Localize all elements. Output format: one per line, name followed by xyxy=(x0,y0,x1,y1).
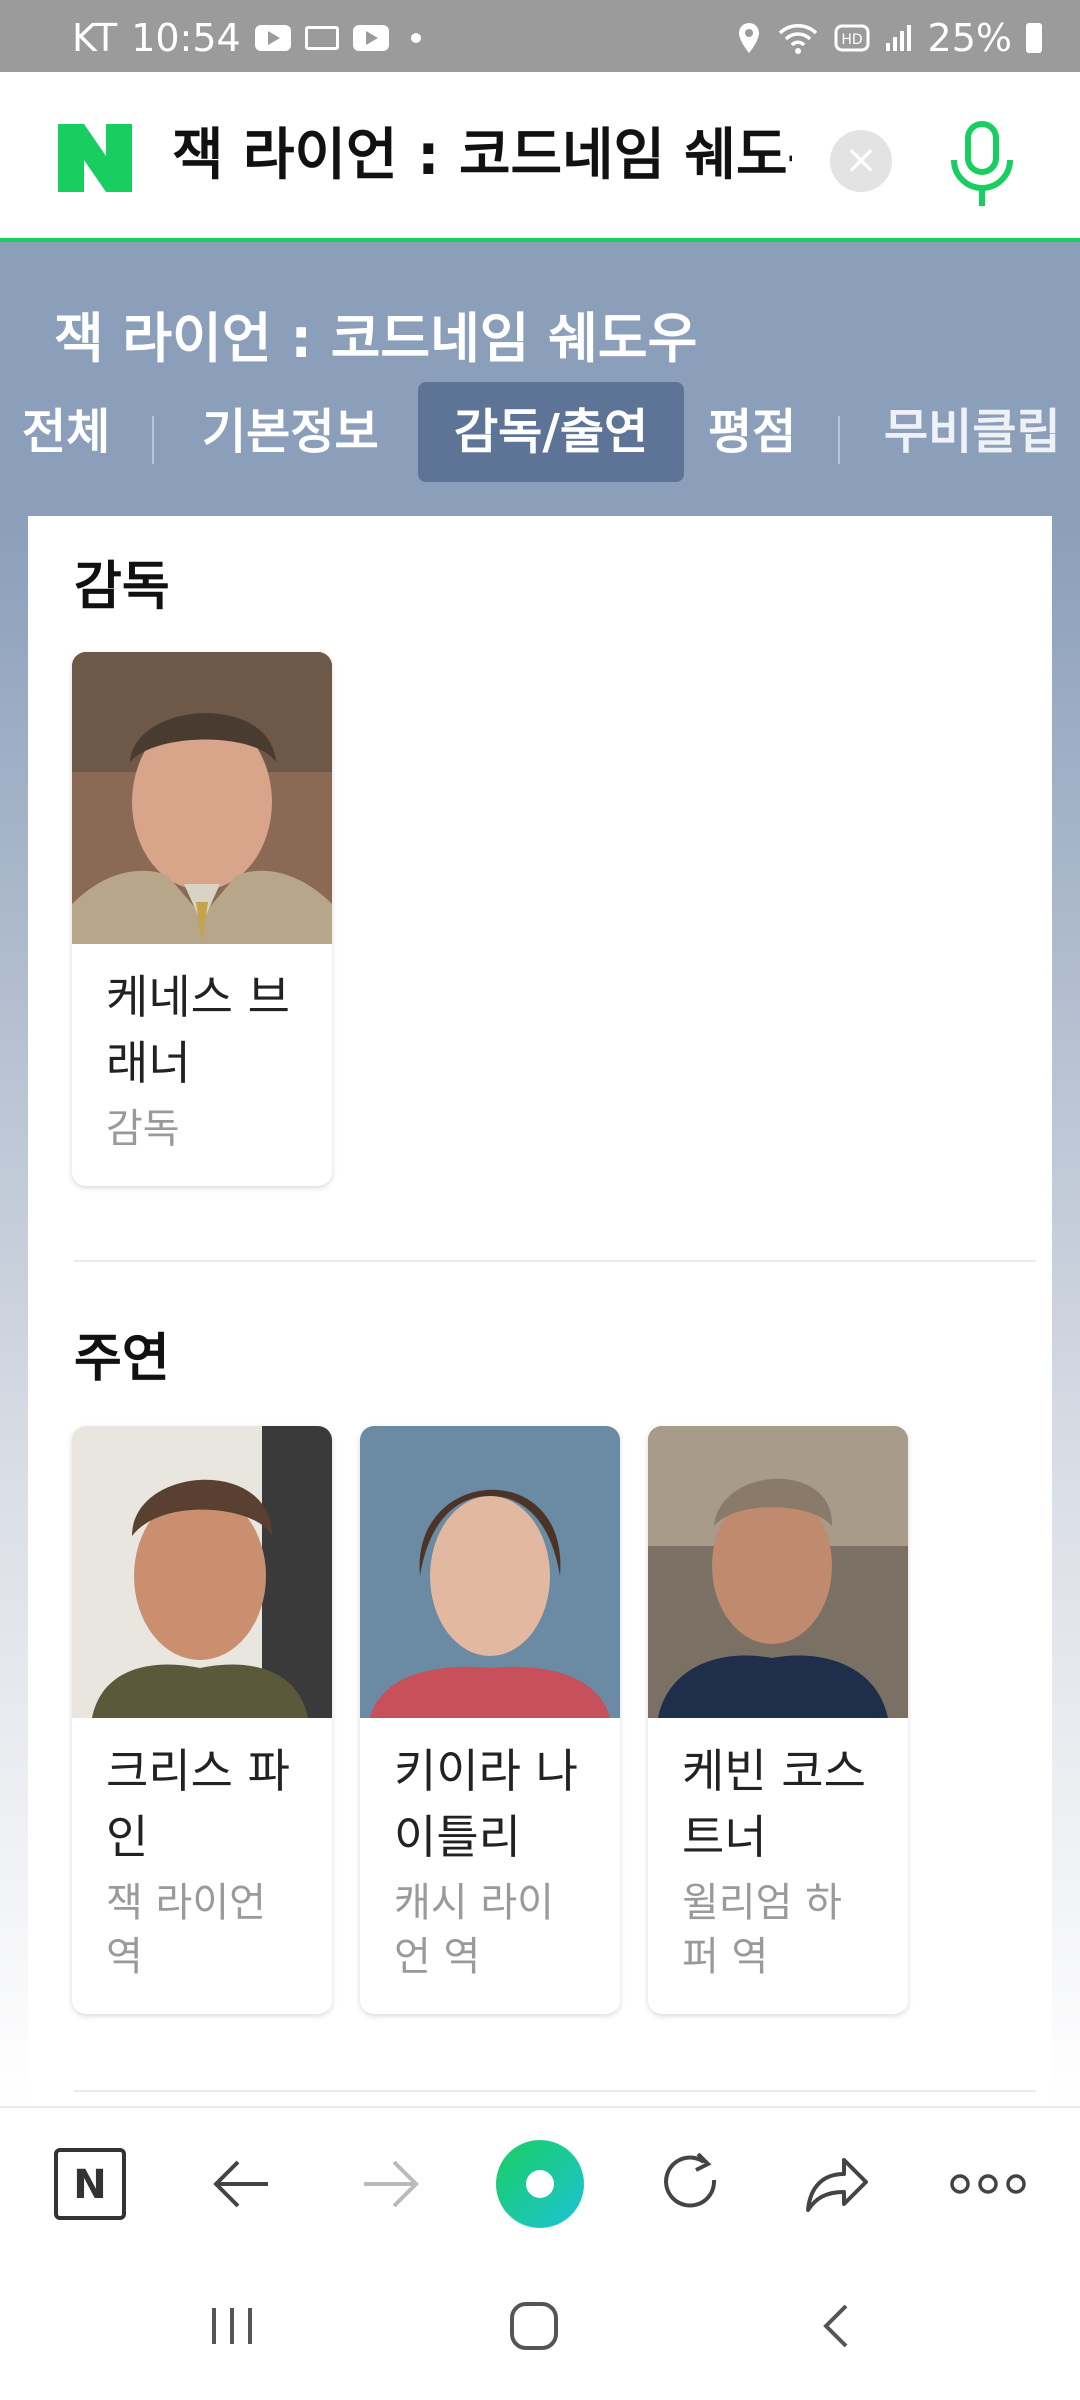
carrier-label: KT xyxy=(72,16,118,60)
hd-voice-icon: HD xyxy=(834,24,870,52)
person-role-line: 퍼 역 xyxy=(682,1934,769,1980)
recent-apps-icon[interactable] xyxy=(202,2296,262,2356)
more-icon[interactable] xyxy=(948,2146,1028,2222)
close-icon: × xyxy=(844,137,878,183)
svg-text:N: N xyxy=(73,2162,106,2208)
back-icon[interactable] xyxy=(808,2296,868,2356)
search-header: 잭 라이언 : 코드네임 쉐도우 × xyxy=(0,72,1080,242)
status-bar: KT 10:54 HD 25% xyxy=(0,0,1080,72)
person-card-cast[interactable]: 케빈 코스 트너 윌리엄 하 퍼 역 xyxy=(648,1426,908,2014)
person-card-cast[interactable]: 키이라 나 이틀리 캐시 라이 언 역 xyxy=(360,1426,620,2014)
system-nav-bar xyxy=(0,2256,1080,2400)
tab-movie-clip[interactable]: 무비클립 xyxy=(884,382,1061,482)
person-card-director[interactable]: 케네스 브 래너 감독 xyxy=(72,652,332,1186)
person-role: 캐시 라이 언 역 xyxy=(394,1876,590,1984)
tab-basic-info[interactable]: 기본정보 xyxy=(202,382,379,482)
battery-icon xyxy=(1026,23,1042,53)
tab-cast-crew[interactable]: 감독/출연 xyxy=(418,382,685,482)
cast-heading: 주연 xyxy=(74,1329,170,1389)
tab-all[interactable]: 전체 xyxy=(22,382,110,482)
battery-percent: 25% xyxy=(927,16,1012,60)
refresh-icon[interactable] xyxy=(652,2146,728,2222)
home-icon[interactable] xyxy=(504,2296,564,2356)
person-role: 윌리엄 하 퍼 역 xyxy=(682,1876,878,1984)
person-role-line: 캐시 라이 xyxy=(394,1880,554,1926)
naver-logo-icon[interactable] xyxy=(58,124,132,192)
movie-header: 잭 라이언 : 코드네임 쉐도우 전체 기본정보 감독/출연 평점 무비클립 xyxy=(0,242,1080,516)
person-role-line: 언 역 xyxy=(394,1934,481,1980)
section-divider xyxy=(74,1260,1036,1262)
person-name-line: 래너 xyxy=(106,1036,191,1090)
tab-divider xyxy=(838,416,840,464)
clock: 10:54 xyxy=(131,16,241,60)
person-name: 케빈 코스 트너 xyxy=(682,1738,878,1870)
search-input[interactable]: 잭 라이언 : 코드네임 쉐도우 xyxy=(172,116,792,196)
wifi-icon xyxy=(778,24,817,54)
person-role: 감독 xyxy=(106,1106,180,1152)
movie-title: 잭 라이언 : 코드네임 쉐도우 xyxy=(54,307,698,370)
tab-rating[interactable]: 평점 xyxy=(708,382,796,482)
tab-divider xyxy=(152,416,154,464)
person-name-line: 인 xyxy=(106,1810,149,1864)
back-arrow-icon[interactable] xyxy=(204,2146,280,2222)
youtube-icon xyxy=(352,25,389,51)
person-name-line: 케빈 코스 xyxy=(682,1744,866,1798)
person-name-line: 이틀리 xyxy=(394,1810,521,1864)
movie-tabs: 전체 기본정보 감독/출연 평점 무비클립 xyxy=(0,374,1080,482)
microphone-icon[interactable] xyxy=(944,120,1020,212)
notification-dot-icon xyxy=(410,33,421,43)
person-role-line: 역 xyxy=(106,1934,143,1980)
person-role-line: 윌리엄 하 xyxy=(682,1880,842,1926)
person-name-line: 트너 xyxy=(682,1810,767,1864)
cast-crew-panel: 감독 케네스 브 래너 감독 주연 크리스 파 인 잭 라이언 역 키이라 나 … xyxy=(28,516,1052,2106)
person-role: 잭 라이언 역 xyxy=(106,1876,302,1984)
mail-icon xyxy=(304,26,339,50)
naver-home-icon[interactable]: N xyxy=(52,2146,128,2222)
share-icon[interactable] xyxy=(800,2146,876,2222)
clear-search-button[interactable]: × xyxy=(830,130,892,192)
location-icon xyxy=(738,23,759,53)
youtube-icon xyxy=(254,25,291,51)
browser-toolbar: N xyxy=(0,2106,1080,2258)
person-card-cast[interactable]: 크리스 파 인 잭 라이언 역 xyxy=(72,1426,332,2014)
cast-photo xyxy=(72,1426,332,1718)
director-heading: 감독 xyxy=(74,557,170,617)
forward-arrow-icon[interactable] xyxy=(352,2146,428,2222)
cast-photo xyxy=(648,1426,908,1718)
person-name-line: 크리스 파 xyxy=(106,1744,290,1798)
person-role-line: 잭 라이언 xyxy=(106,1880,266,1926)
person-name-line: 키이라 나 xyxy=(394,1744,578,1798)
svg-text:HD: HD xyxy=(841,32,862,48)
person-name: 크리스 파 인 xyxy=(106,1738,302,1870)
person-name: 케네스 브 래너 xyxy=(106,964,302,1096)
green-dot-icon[interactable] xyxy=(494,2138,586,2230)
section-divider xyxy=(74,2090,1036,2092)
cast-photo xyxy=(360,1426,620,1718)
person-name: 키이라 나 이틀리 xyxy=(394,1738,590,1870)
director-photo xyxy=(72,652,332,944)
person-name-line: 케네스 브 xyxy=(106,970,290,1024)
signal-icon xyxy=(885,25,911,51)
